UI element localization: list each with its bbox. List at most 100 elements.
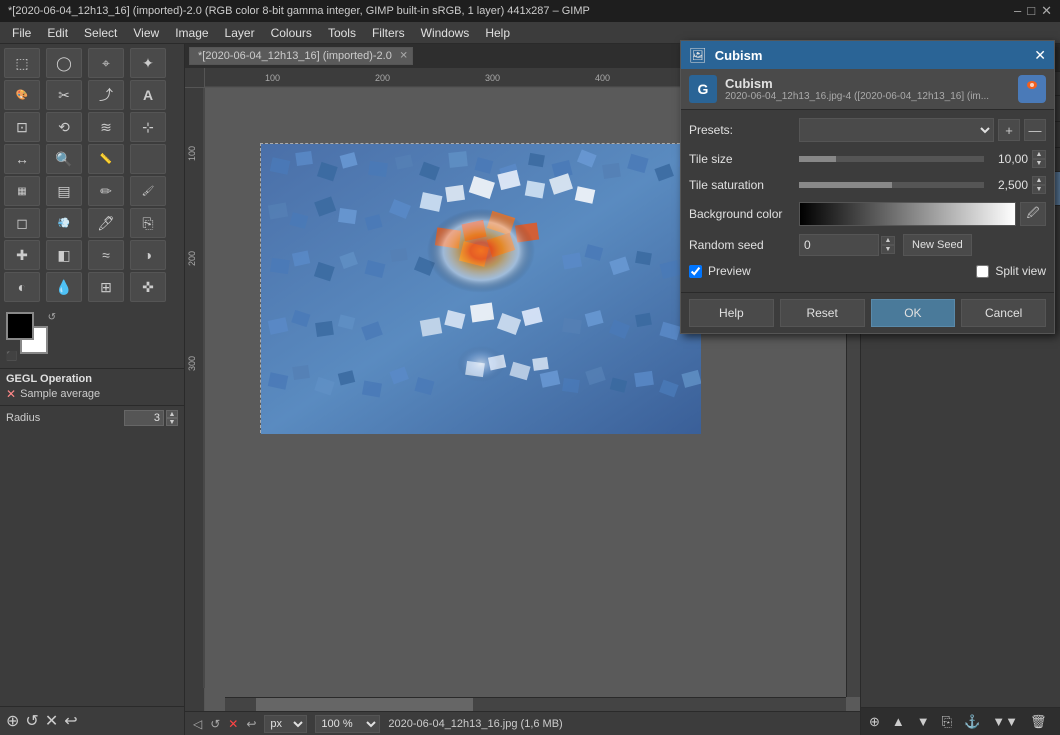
tool-rectangle-select[interactable]: ⬚ xyxy=(4,48,40,78)
radius-down-btn[interactable]: ▼ xyxy=(166,418,178,426)
tool-ink[interactable]: 🖊 xyxy=(88,208,124,238)
tool-free-select[interactable]: ⌖ xyxy=(88,48,124,78)
status-nav-btn-1[interactable]: ◁ xyxy=(193,717,202,731)
tool-blend[interactable]: ▤ xyxy=(46,176,82,206)
tile-size-down-btn[interactable]: ▼ xyxy=(1032,159,1046,168)
canvas-tab-main[interactable]: *[2020-06-04_12h13_16] (imported)-2.0 ✕ xyxy=(189,47,413,65)
tile-saturation-slider[interactable] xyxy=(799,182,984,188)
tool-dodge-burn[interactable]: ◑ xyxy=(130,240,166,270)
tool-desaturate[interactable]: ◐ xyxy=(4,272,40,302)
raise-layer-btn[interactable]: ▲ xyxy=(888,712,909,731)
reset-button[interactable]: Reset xyxy=(780,299,865,327)
tile-size-slider[interactable] xyxy=(799,156,984,162)
status-nav-btn-3[interactable]: ✕ xyxy=(228,717,238,731)
menu-file[interactable]: File xyxy=(4,24,39,42)
minimize-btn[interactable]: – xyxy=(1014,3,1021,19)
tab-close-btn[interactable]: ✕ xyxy=(399,51,407,62)
cubism-buttons: Help Reset OK Cancel xyxy=(681,292,1054,333)
tool-perspective-clone[interactable]: ◧ xyxy=(46,240,82,270)
maximize-btn[interactable]: □ xyxy=(1027,3,1035,19)
toolbox-restore-btn[interactable]: ↩ xyxy=(64,711,77,731)
tool-move[interactable]: ✜ xyxy=(130,272,166,302)
tool-eraser[interactable]: ◻ xyxy=(4,208,40,238)
tool-color-picker[interactable]: 💧 xyxy=(46,272,82,302)
swap-colors-icon[interactable]: ↺ xyxy=(48,312,56,323)
toolbox-delete-btn[interactable]: ✕ xyxy=(45,711,58,731)
tool-align[interactable]: ⊞ xyxy=(88,272,124,302)
tile-size-up-btn[interactable]: ▲ xyxy=(1032,150,1046,159)
tool-zoom[interactable]: 🔍 xyxy=(46,144,82,174)
unit-select[interactable]: px mm cm xyxy=(264,715,307,733)
preset-add-btn[interactable]: + xyxy=(998,119,1020,141)
tile-saturation-down-btn[interactable]: ▼ xyxy=(1032,185,1046,194)
gegl-operation-panel: GEGL Operation ✕ Sample average xyxy=(0,368,184,405)
tool-ellipse-select[interactable]: ◯ xyxy=(46,48,82,78)
ok-button[interactable]: OK xyxy=(871,299,956,327)
split-view-checkbox[interactable] xyxy=(976,265,989,278)
tool-handle-transform[interactable]: ⊹ xyxy=(130,112,166,142)
menu-select[interactable]: Select xyxy=(76,24,125,42)
toolbox-new-btn[interactable]: ⊕ xyxy=(6,711,19,731)
tool-paths[interactable]: ⤴ xyxy=(88,80,124,110)
tool-crop[interactable]: ⊡ xyxy=(4,112,40,142)
cubism-header-info: Cubism 2020-06-04_12h13_16.jpg-4 ([2020-… xyxy=(725,76,1010,102)
lower-layer-btn[interactable]: ▼ xyxy=(913,712,934,731)
menu-view[interactable]: View xyxy=(125,24,167,42)
merge-layer-btn[interactable]: ▼▼ xyxy=(988,712,1022,731)
tool-text[interactable]: A xyxy=(130,80,166,110)
duplicate-layer-btn[interactable]: ⎘ xyxy=(938,712,956,732)
tool-color-select[interactable]: 🎨 xyxy=(4,80,40,110)
radius-up-btn[interactable]: ▲ xyxy=(166,410,178,418)
random-seed-input[interactable] xyxy=(799,234,879,256)
menu-edit[interactable]: Edit xyxy=(39,24,76,42)
cubism-close-btn[interactable]: ✕ xyxy=(1034,47,1046,64)
tool-measure[interactable]: 📏 xyxy=(88,144,124,174)
status-nav-btn-2[interactable]: ↺ xyxy=(210,717,220,731)
zoom-select[interactable]: 100 % 50 % 200 % xyxy=(315,715,380,733)
radius-input[interactable] xyxy=(124,410,164,426)
random-seed-up-btn[interactable]: ▲ xyxy=(881,236,895,245)
close-btn[interactable]: ✕ xyxy=(1041,3,1052,19)
menu-help[interactable]: Help xyxy=(477,24,518,42)
tile-saturation-up-btn[interactable]: ▲ xyxy=(1032,176,1046,185)
anchor-layer-btn[interactable]: ⚓ xyxy=(960,712,984,732)
tool-airbrush[interactable]: 💨 xyxy=(46,208,82,238)
delete-layer-btn[interactable]: 🗑 xyxy=(1026,712,1051,732)
tool-scissors[interactable]: ✂ xyxy=(46,80,82,110)
tool-heal[interactable]: ✚ xyxy=(4,240,40,270)
preview-checkbox[interactable] xyxy=(689,265,702,278)
status-nav-btn-4[interactable]: ↩ xyxy=(246,717,256,731)
h-scrollbar[interactable] xyxy=(225,697,846,711)
tool-pencil[interactable]: ✏ xyxy=(88,176,124,206)
tool-clone[interactable]: ⎘ xyxy=(130,208,166,238)
menu-filters[interactable]: Filters xyxy=(364,24,413,42)
preview-label[interactable]: Preview xyxy=(708,264,751,278)
tool-fuzzy-select[interactable]: ✦ xyxy=(130,48,166,78)
gegl-close-btn[interactable]: ✕ xyxy=(6,387,16,401)
h-scrollbar-thumb[interactable] xyxy=(256,698,473,711)
tool-bucket-fill[interactable]: ▦ xyxy=(4,176,40,206)
tile-saturation-label: Tile saturation xyxy=(689,178,799,192)
new-layer-btn[interactable]: ⊕ xyxy=(865,712,884,732)
tool-smudge[interactable]: ≈ xyxy=(88,240,124,270)
menu-layer[interactable]: Layer xyxy=(217,24,263,42)
help-button[interactable]: Help xyxy=(689,299,774,327)
presets-select[interactable] xyxy=(799,118,994,142)
preset-delete-btn[interactable]: — xyxy=(1024,119,1046,141)
tool-paintbrush[interactable]: 🖌 xyxy=(130,176,166,206)
menu-image[interactable]: Image xyxy=(167,24,216,42)
cancel-button[interactable]: Cancel xyxy=(961,299,1046,327)
bg-color-picker-btn[interactable]: 🖉 xyxy=(1020,202,1046,226)
menu-tools[interactable]: Tools xyxy=(320,24,364,42)
tool-transform[interactable]: ⟲ xyxy=(46,112,82,142)
new-seed-button[interactable]: New Seed xyxy=(903,234,972,256)
fg-color-swatch[interactable] xyxy=(6,312,34,340)
menu-windows[interactable]: Windows xyxy=(413,24,478,42)
menu-colours[interactable]: Colours xyxy=(263,24,320,42)
reset-colors-icon[interactable]: ⬛ xyxy=(6,351,17,362)
split-view-label[interactable]: Split view xyxy=(995,264,1046,278)
toolbox-reset-btn[interactable]: ↺ xyxy=(25,711,38,731)
tool-flip[interactable]: ↔ xyxy=(4,144,40,174)
random-seed-down-btn[interactable]: ▼ xyxy=(881,245,895,254)
tool-warp[interactable]: ≋ xyxy=(88,112,124,142)
